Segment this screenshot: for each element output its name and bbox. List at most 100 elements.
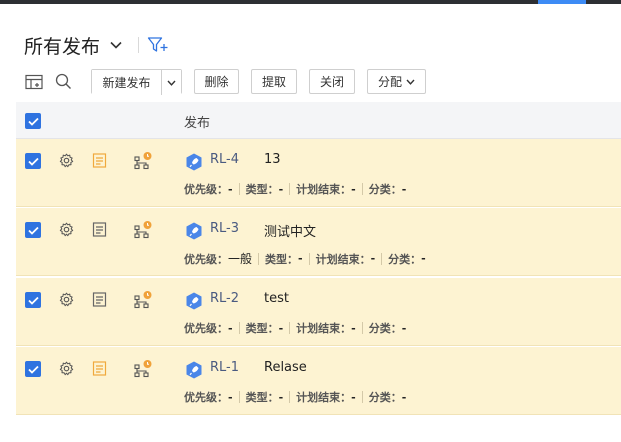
meta-divider: [238, 183, 240, 195]
planned-end-label: 计划结束：: [296, 322, 352, 335]
note-icon[interactable]: [92, 222, 107, 241]
page-header: 所有发布: [24, 32, 169, 58]
table-row[interactable]: RL-2 test 优先级： - 类型： - 计划结束： - 分类： -: [16, 278, 621, 346]
meta-divider: [361, 183, 363, 195]
top-bar-active-indicator: [538, 0, 586, 4]
category-value: -: [421, 252, 426, 265]
assign-button[interactable]: 分配: [367, 69, 426, 94]
category-label: 分类：: [368, 322, 402, 335]
table-row[interactable]: RL-1 Relase 优先级： - 类型： - 计划结束： - 分类： -: [16, 347, 621, 415]
new-release-split-button: 新建发布: [91, 69, 182, 95]
priority-value: -: [228, 321, 233, 335]
chevron-down-icon[interactable]: [110, 41, 122, 49]
type-label: 类型：: [245, 322, 279, 335]
type-label: 类型：: [245, 391, 279, 404]
meta-divider: [289, 391, 291, 403]
column-header-release: 发布: [184, 116, 211, 131]
meta-divider: [308, 252, 310, 265]
table-columns-icon[interactable]: [24, 72, 44, 92]
meta-divider: [238, 391, 240, 403]
priority-value: -: [228, 182, 233, 196]
category-label: 分类：: [368, 183, 402, 196]
table-row[interactable]: RL-4 13 优先级： - 类型： - 计划结束： - 分类： -: [16, 139, 621, 207]
release-name[interactable]: 13: [264, 152, 281, 167]
note-icon[interactable]: [92, 361, 107, 380]
meta-divider: [289, 322, 291, 334]
note-icon[interactable]: [92, 153, 107, 172]
priority-value: -: [228, 390, 233, 404]
chevron-down-icon: [167, 80, 176, 86]
chevron-down-icon: [406, 79, 415, 85]
extract-button[interactable]: 提取: [251, 69, 297, 94]
priority-label: 优先级：: [184, 391, 228, 404]
planned-end-label: 计划结束：: [296, 391, 352, 404]
hierarchy-icon[interactable]: [133, 151, 153, 175]
delete-button[interactable]: 删除: [194, 69, 239, 94]
row-checkbox[interactable]: [25, 222, 41, 238]
category-label: 分类：: [388, 252, 422, 266]
release-name[interactable]: test: [264, 291, 289, 306]
meta-divider: [361, 322, 363, 334]
meta-divider: [258, 252, 260, 265]
priority-value: 一般: [228, 252, 253, 266]
hierarchy-icon[interactable]: [133, 290, 153, 314]
meta-divider: [361, 391, 363, 403]
type-value: -: [298, 252, 303, 265]
category-value: -: [401, 182, 407, 196]
planned-end-value: -: [351, 321, 356, 335]
meta-divider: [289, 183, 291, 195]
type-label: 类型：: [245, 183, 279, 196]
release-icon: [186, 292, 202, 314]
filter-add-icon[interactable]: [147, 36, 169, 54]
row-checkbox[interactable]: [25, 153, 41, 169]
priority-label: 优先级：: [184, 252, 228, 266]
select-all-checkbox[interactable]: [25, 113, 41, 129]
assign-label: 分配: [377, 75, 402, 89]
release-icon: [186, 222, 202, 244]
new-release-dropdown[interactable]: [161, 70, 181, 95]
page-title: 所有发布: [24, 35, 101, 58]
release-name[interactable]: 测试中文: [264, 221, 316, 240]
table-row[interactable]: RL-3 测试中文 优先级： 一般 类型： - 计划结束： - 分类： -: [16, 208, 621, 276]
release-meta: 优先级： 一般 类型： - 计划结束： - 分类： -: [184, 250, 426, 267]
new-release-button[interactable]: 新建发布: [92, 70, 161, 95]
search-icon[interactable]: [53, 72, 73, 92]
category-label: 分类：: [368, 391, 402, 404]
type-value: -: [278, 182, 284, 196]
release-id[interactable]: RL-2: [210, 291, 239, 306]
meta-divider: [381, 252, 383, 265]
hierarchy-icon[interactable]: [133, 220, 153, 244]
divider: [138, 37, 140, 53]
gear-icon[interactable]: [59, 153, 74, 172]
category-value: -: [401, 321, 407, 335]
table-header: 发布: [16, 102, 621, 139]
release-id[interactable]: RL-1: [210, 360, 239, 375]
priority-label: 优先级：: [184, 322, 228, 335]
hierarchy-icon[interactable]: [133, 359, 153, 383]
release-id[interactable]: RL-3: [210, 221, 239, 236]
planned-end-label: 计划结束：: [315, 252, 371, 266]
release-meta: 优先级： - 类型： - 计划结束： - 分类： -: [184, 181, 406, 197]
planned-end-value: -: [370, 252, 376, 265]
type-value: -: [278, 321, 284, 335]
type-value: -: [278, 390, 284, 404]
category-value: -: [401, 390, 407, 404]
top-bar: [0, 0, 621, 4]
release-meta: 优先级： - 类型： - 计划结束： - 分类： -: [184, 320, 406, 336]
release-id[interactable]: RL-4: [210, 152, 239, 167]
note-icon[interactable]: [92, 292, 107, 311]
close-button[interactable]: 关闭: [309, 69, 355, 94]
meta-divider: [238, 322, 240, 334]
gear-icon[interactable]: [59, 292, 74, 311]
release-name[interactable]: Relase: [264, 360, 307, 375]
release-icon: [186, 153, 202, 175]
row-checkbox[interactable]: [25, 292, 41, 308]
type-label: 类型：: [265, 252, 299, 266]
row-checkbox[interactable]: [25, 361, 41, 377]
gear-icon[interactable]: [59, 361, 74, 380]
planned-end-value: -: [351, 182, 356, 196]
planned-end-value: -: [351, 390, 356, 404]
priority-label: 优先级：: [184, 183, 228, 196]
gear-icon[interactable]: [59, 222, 74, 241]
release-icon: [186, 361, 202, 383]
